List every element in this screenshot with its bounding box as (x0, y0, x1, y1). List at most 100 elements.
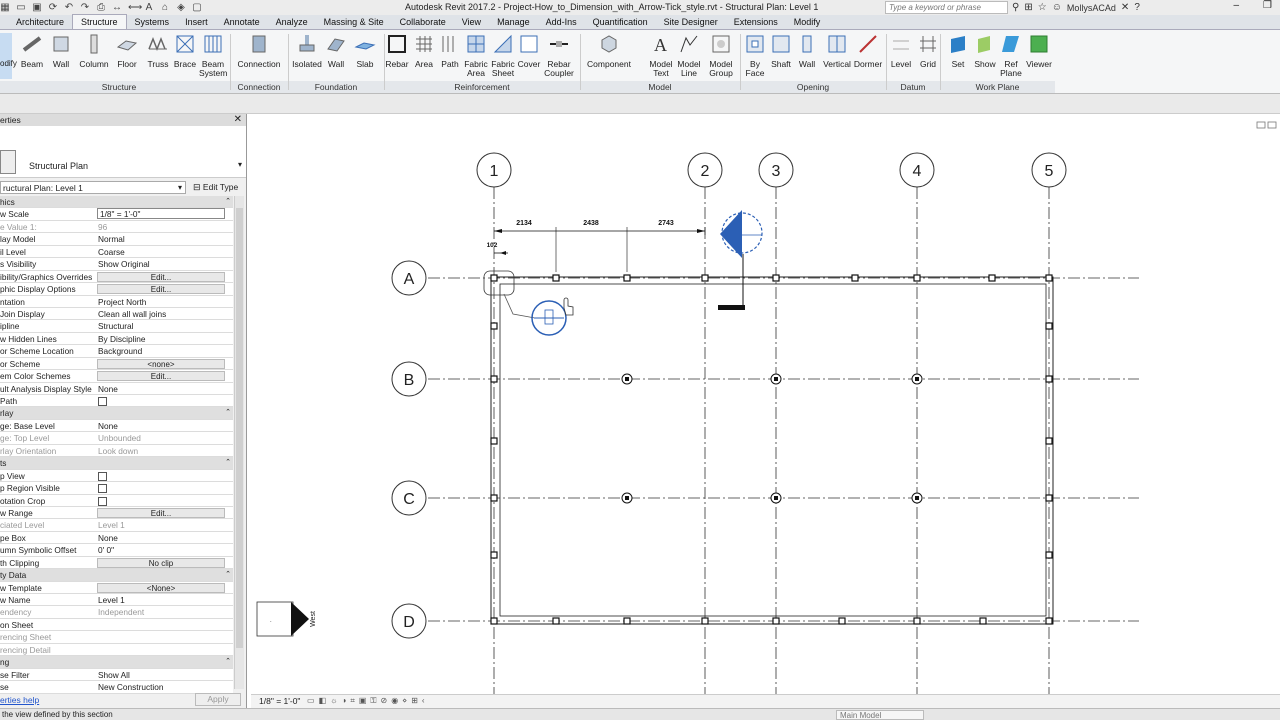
measure-icon[interactable]: ↔ (112, 2, 122, 13)
tab-modify[interactable]: Modify (786, 15, 829, 29)
analytical-icon[interactable]: ⋄ (402, 696, 407, 706)
property-checkbox[interactable] (98, 484, 107, 494)
instance-filter-select[interactable]: ructural Plan: Level 1 ▾ (0, 181, 186, 194)
structural-column[interactable] (1045, 437, 1053, 445)
property-group[interactable]: hics ⌃ (0, 196, 233, 209)
structural-column[interactable] (623, 617, 631, 625)
tab-massing-site[interactable]: Massing & Site (316, 15, 392, 29)
structural-column[interactable] (979, 617, 987, 625)
property-value[interactable]: Coarse (98, 246, 225, 257)
tab-insert[interactable]: Insert (177, 15, 216, 29)
tool-path-button[interactable]: Path (438, 33, 462, 69)
tool-column-button[interactable]: Column (76, 33, 112, 69)
tool-show-button[interactable]: Show (972, 33, 998, 69)
property-checkbox[interactable] (98, 496, 107, 506)
tab-systems[interactable]: Systems (127, 15, 178, 29)
structural-column[interactable] (701, 617, 709, 625)
collapse-icon[interactable]: ⌃ (225, 569, 231, 580)
property-value[interactable]: Clean all wall joins (98, 308, 225, 319)
detail-level-icon[interactable]: ▭ (307, 696, 315, 706)
elevation-marker-box[interactable] (256, 601, 294, 637)
sun-path-icon[interactable]: ☼ (330, 696, 337, 706)
view-maximize-icon[interactable] (1267, 121, 1277, 129)
dimension-icon[interactable]: ⟷ (128, 2, 142, 13)
selected-column-highlight[interactable] (483, 270, 515, 296)
tool-ref-plane-button[interactable]: Ref Plane (998, 33, 1024, 79)
tool-rebar-coupler-button[interactable]: Rebar Coupler (541, 33, 577, 79)
structural-column[interactable] (772, 274, 780, 282)
tool-model-text-button[interactable]: A Model Text (646, 33, 676, 79)
tab-add-ins[interactable]: Add-Ins (538, 15, 585, 29)
tool-level-button[interactable]: Level (888, 33, 914, 69)
structural-plan-view[interactable]: 1 2 3 4 5ABCD2134 2438 2743102. West (251, 114, 1280, 694)
elevation-marker-arrow[interactable] (291, 602, 309, 636)
subscription-icon[interactable]: ⊞ (1024, 2, 1032, 14)
tool-fabric-area-button[interactable]: Fabric Area (462, 33, 490, 79)
property-group[interactable]: rlay ⌃ (0, 407, 233, 420)
structural-column[interactable] (913, 617, 921, 625)
properties-scrollbar[interactable] (234, 196, 244, 689)
structural-column[interactable] (623, 274, 631, 282)
panel-label-opening[interactable]: Opening (740, 82, 886, 92)
reveal-icon[interactable]: ◉ (391, 696, 398, 706)
tool-by-face-button[interactable]: By Face (742, 33, 768, 79)
structural-column[interactable] (490, 494, 498, 502)
visual-style-icon[interactable]: ◧ (319, 696, 327, 706)
tool-dormer-button[interactable]: Dormer (852, 33, 884, 69)
tool-rebar-button[interactable]: Rebar (383, 33, 411, 69)
favorites-icon[interactable]: ☆ (1038, 2, 1047, 14)
tool-shaft-button[interactable]: Shaft (768, 33, 794, 69)
tool-model-line-button[interactable]: Model Line (674, 33, 704, 79)
user-icon[interactable]: ☺ (1052, 2, 1062, 14)
structural-column[interactable] (552, 274, 560, 282)
tool-set-button[interactable]: Set (945, 33, 971, 69)
app-menu-icon[interactable]: ▦ (0, 2, 10, 13)
tab-manage[interactable]: Manage (489, 15, 538, 29)
property-value-input[interactable]: 1/8" = 1'-0" (97, 208, 225, 220)
panel-label-connection[interactable]: Connection (230, 82, 288, 92)
panel-label-model[interactable]: Model (580, 82, 740, 92)
view-restore-icon[interactable] (1256, 121, 1266, 129)
tool-beam-system-button[interactable]: Beam System (199, 33, 227, 79)
workset-select[interactable]: Main Model (836, 710, 924, 720)
scrollbar-thumb[interactable] (236, 208, 243, 648)
dimension-value[interactable]: 2743 (658, 220, 674, 227)
section-icon[interactable]: ◈ (176, 2, 186, 13)
structural-column[interactable] (851, 274, 859, 282)
properties-help-link[interactable]: erties help (0, 695, 39, 705)
property-group[interactable]: ng ⌃ (0, 656, 233, 669)
print-icon[interactable]: ⎙ (96, 2, 106, 13)
tool-beam-button[interactable]: Beam (20, 33, 44, 69)
constraints-icon[interactable]: ⊞ (411, 696, 418, 706)
structural-column[interactable] (913, 274, 921, 282)
tool-viewer-button[interactable]: Viewer (1025, 33, 1053, 69)
tab-site-designer[interactable]: Site Designer (656, 15, 726, 29)
exchange-icon[interactable]: ✕ (1121, 2, 1129, 14)
panel-label-work-plane[interactable]: Work Plane (940, 82, 1055, 92)
property-value[interactable]: Background (98, 345, 225, 356)
tool-wall-foundation-button[interactable]: Wall (323, 33, 349, 69)
property-group[interactable]: ty Data ⌃ (0, 569, 233, 582)
structural-column[interactable] (490, 274, 498, 282)
structural-column[interactable] (988, 274, 996, 282)
crop-region-icon[interactable]: ▣ (359, 696, 367, 706)
property-checkbox[interactable] (98, 471, 107, 481)
panel-label-datum[interactable]: Datum (886, 82, 940, 92)
tab-structure[interactable]: Structure (72, 14, 127, 29)
tool-slab-button[interactable]: Slab (351, 33, 379, 69)
lock-icon[interactable]: ⚿ (370, 696, 376, 706)
section-tail[interactable] (718, 305, 745, 310)
structural-column[interactable] (490, 375, 498, 383)
collapse-icon[interactable]: ⌃ (225, 407, 231, 418)
edit-type-button[interactable]: ⊟ Edit Type (193, 181, 238, 193)
structural-column[interactable] (1045, 617, 1053, 625)
tool-isolated-button[interactable]: Isolated (291, 33, 323, 69)
tool-component-button[interactable]: Component (584, 33, 634, 69)
property-checkbox[interactable] (98, 397, 107, 406)
tab-annotate[interactable]: Annotate (216, 15, 268, 29)
modify-button[interactable]: odify (0, 33, 17, 79)
structural-column[interactable] (701, 274, 709, 282)
property-value[interactable]: Level 1 (98, 594, 225, 605)
close-hidden-icon[interactable]: ▢ (192, 2, 202, 13)
structural-column[interactable] (1045, 551, 1053, 559)
